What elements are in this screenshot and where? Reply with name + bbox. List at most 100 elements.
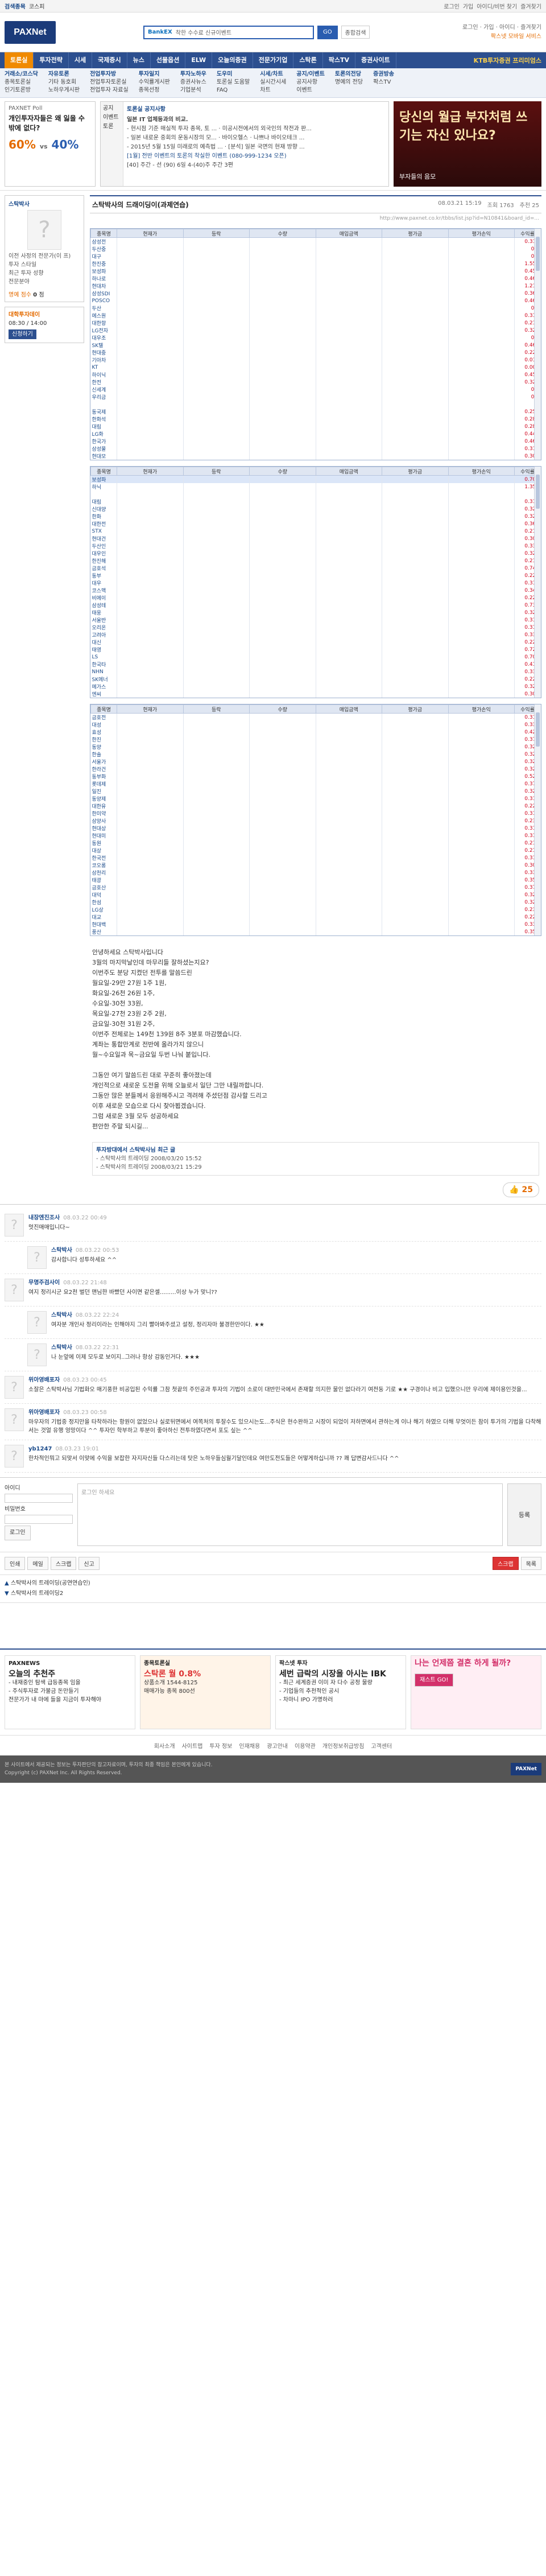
bottom-news-line[interactable]: - 내재중인 탐색 급등종목 임을 — [9, 1679, 131, 1687]
subnav-link[interactable]: 전업투자 자료실 — [90, 86, 129, 94]
table-row[interactable]: 대우인 0.327 — [90, 550, 541, 557]
table-row[interactable]: 대교 0.224 — [90, 913, 541, 921]
table-row[interactable]: 동부 0.223 — [90, 572, 541, 579]
table-row[interactable]: 대구0.4 — [90, 253, 541, 260]
book-ad-banner[interactable]: 당신의 월급 부자처럼 쓰기는 자신 있나요? 부자들의 음모 — [394, 101, 541, 187]
table-row[interactable]: 대우 0.312 — [90, 579, 541, 587]
footer-link[interactable]: 투자 정보 — [209, 1744, 232, 1750]
table-row[interactable]: 대덕 0.326 — [90, 891, 541, 898]
table-row[interactable]: 금호산 0.370 — [90, 884, 541, 891]
subnav-link[interactable]: 종목토론실 — [5, 79, 38, 86]
table-header-cell[interactable]: 종목명 — [90, 704, 117, 714]
search-button[interactable]: GO — [317, 25, 338, 39]
header-links-line2[interactable]: 팍스넷 모바일 서비스 — [462, 32, 541, 42]
table-scrollbar[interactable] — [534, 704, 541, 935]
footer-logo[interactable]: PAXNet — [511, 1763, 541, 1775]
nav-item-strategy[interactable]: 투자전략 — [34, 52, 69, 68]
footer-link[interactable]: 광고안내 — [267, 1744, 288, 1750]
table-row[interactable]: 롯데제 0.375 — [90, 780, 541, 788]
subnav-link[interactable]: 기타 동호회 — [48, 79, 80, 86]
subnav-title[interactable]: 시세/차트 — [260, 71, 286, 79]
table-row[interactable]: 풍산 0.354 — [90, 928, 541, 935]
table-row[interactable]: 삼성물 0.313 — [90, 445, 541, 452]
bottom-invest-line[interactable]: - 차마니 IPO 가명하러 — [279, 1696, 402, 1704]
total-search-button[interactable]: 종합검색 — [341, 26, 370, 39]
table-row[interactable]: 태영 0.721 — [90, 646, 541, 653]
login-link[interactable]: 로그인 — [444, 2, 460, 10]
table-header-cell[interactable]: 등락 — [183, 229, 250, 238]
login-id-input[interactable] — [5, 1494, 73, 1503]
table-row[interactable]: 비에이 0.227 — [90, 594, 541, 601]
related-posts-title[interactable]: 투자방대에서 스탁박사님 최근 글 — [96, 1146, 535, 1155]
table-row[interactable]: 대한유 0.226 — [90, 802, 541, 810]
subnav-link[interactable]: 인기토론방 — [5, 86, 38, 94]
subnav-link[interactable]: 기업분석 — [180, 86, 206, 94]
table-row[interactable]: 기아차 0.012 — [90, 356, 541, 364]
table-row[interactable]: 코스맥 0.341 — [90, 587, 541, 594]
nav-promo[interactable]: KTB투자증권 프리미엄스 — [474, 56, 541, 65]
table-row[interactable]: 보성파 0.708 — [90, 475, 541, 483]
comment-submit-button[interactable]: 등록 — [507, 1483, 541, 1546]
bottom-invest-line[interactable]: - 기업들의 추천적인 공시 — [279, 1687, 402, 1696]
subnav-title[interactable]: 공지/이벤트 — [296, 71, 325, 79]
subnav-link[interactable]: 이벤트 — [296, 86, 325, 94]
table-row[interactable]: 두산인 0.330 — [90, 542, 541, 550]
nav-item-global[interactable]: 국제증시 — [92, 52, 127, 68]
table-row[interactable]: 보성파 0.455 — [90, 267, 541, 275]
table-header-cell[interactable]: 수량 — [249, 704, 316, 714]
table-row[interactable]: 대림 0.288 — [90, 423, 541, 430]
table-row[interactable]: 서울가 0.322 — [90, 758, 541, 765]
nav-item-stockloan[interactable]: 스탁론 — [293, 52, 323, 68]
table-row[interactable]: 한화 0.326 — [90, 513, 541, 520]
nav-item-expert[interactable]: 전문가기업 — [253, 52, 294, 68]
table-row[interactable]: 메가스 0.321 — [90, 683, 541, 690]
report-button[interactable]: 신고 — [78, 1557, 100, 1570]
notice-item[interactable]: - 현시점 기준 매실적 투자 종목, 토 ... · 미공시전에서의 외국인의… — [127, 125, 385, 134]
header-links-line1[interactable]: 로그인 · 가입 · 아이디 · 즐겨찾기 — [462, 23, 541, 32]
table-row[interactable]: KT 0.008 — [90, 364, 541, 371]
notice-tab-event[interactable]: 이벤트 — [103, 113, 121, 122]
subnav-link[interactable]: 명예의 전당 — [335, 79, 363, 86]
notice-item[interactable]: [40] 주간 - 선 (90) 6일 4-(40)주 주간 3편 — [127, 161, 385, 170]
subnav-link[interactable]: 종목선정 — [139, 86, 170, 94]
next-post-link[interactable]: ▼ 스탁박사의 트레이딩2 — [5, 1589, 541, 1599]
table-row[interactable]: 일진 0.325 — [90, 788, 541, 795]
table-header-cell[interactable]: 평가손익 — [448, 704, 515, 714]
table-row[interactable]: SK에너 0.220 — [90, 675, 541, 683]
table-header-cell[interactable]: 매입금액 — [315, 229, 382, 238]
table-header-cell[interactable]: 현재가 — [117, 704, 184, 714]
subnav-link[interactable]: 실시간시세 — [260, 79, 286, 86]
table-row[interactable]: 서울반 0.310 — [90, 616, 541, 624]
footer-link[interactable]: 회사소개 — [154, 1744, 175, 1750]
table-row[interactable]: STX 0.210 — [90, 527, 541, 535]
nav-item-futures[interactable]: 선물옵션 — [151, 52, 186, 68]
table-row[interactable]: 하이닉 0.451 — [90, 371, 541, 378]
side-banner-button[interactable]: 신청하기 — [9, 329, 36, 339]
table-row[interactable]: 동부화 0.528 — [90, 773, 541, 780]
table-row[interactable]: 하나로 0.462 — [90, 275, 541, 282]
notice-item[interactable]: 일본 IT 업체등과의 비교. — [127, 116, 385, 125]
table-row[interactable]: 신대양 0.321 — [90, 505, 541, 513]
table-row[interactable]: 한미약 0.315 — [90, 810, 541, 817]
notice-item[interactable]: - 일본 내로운 중회의 운동시장의 모... · 바이오헬스 · 나쁘나 바이… — [127, 134, 385, 143]
list-button[interactable]: 목록 — [520, 1557, 541, 1570]
marriage-ad-button[interactable]: 재스트 GO! — [415, 1674, 454, 1687]
bottom-invest-line[interactable]: - 최근 세계증권 이미 자 다수 공정 물량 — [279, 1679, 402, 1687]
notice-tab-notice[interactable]: 공지 — [103, 104, 121, 113]
subnav-link[interactable]: 팍스TV — [373, 79, 394, 86]
bottom-news-line[interactable]: 전문가가 내 마에 들을 지금이 투자해야 — [9, 1696, 131, 1704]
table-row[interactable] — [90, 491, 541, 498]
table-row[interactable]: 태광 0.359 — [90, 876, 541, 884]
comment-author[interactable]: 위아영배포자 — [28, 1409, 60, 1416]
table-header-cell[interactable]: 현재가 — [117, 467, 184, 476]
table-row[interactable]: 두산중0.3 — [90, 245, 541, 253]
table-row[interactable]: 오리온 0.315 — [90, 624, 541, 631]
table-row[interactable]: 삼성테 0.734 — [90, 601, 541, 609]
nav-item-discussion[interactable]: 토론실 — [5, 52, 34, 68]
table-row[interactable]: 에스원 0.316 — [90, 312, 541, 319]
table-row[interactable]: 삼천리 0.331 — [90, 869, 541, 876]
table-row[interactable]: 두산0.8 — [90, 304, 541, 312]
search-input[interactable]: BankEX 착한 수수료 신규이벤트 — [143, 25, 314, 39]
table-row[interactable]: 동국제 0.256 — [90, 408, 541, 415]
subnav-link[interactable]: 차트 — [260, 86, 286, 94]
